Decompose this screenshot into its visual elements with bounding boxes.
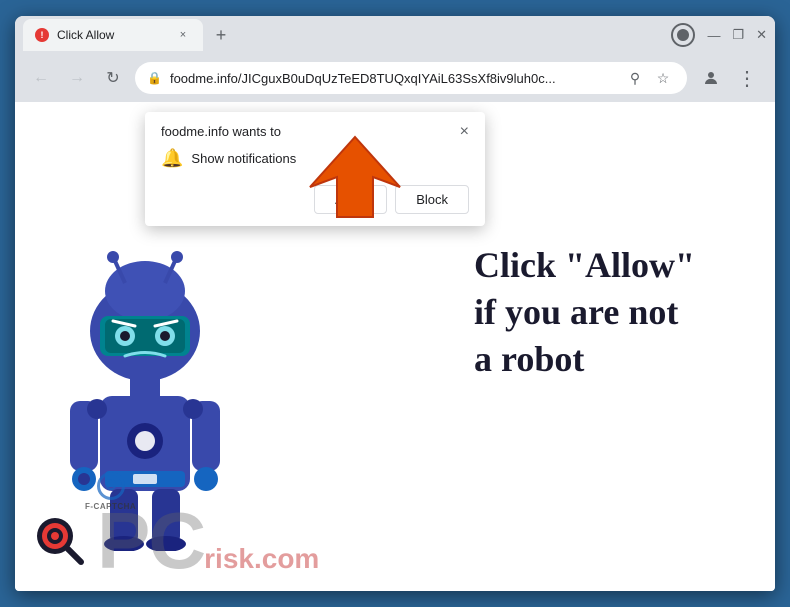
pcrisk-icon <box>35 516 85 566</box>
pcrisk-watermark: PC risk.com <box>15 501 775 581</box>
url-bar[interactable]: 🔒 foodme.info/JICguxB0uDqUzTeED8TUQxqIYA… <box>135 62 687 94</box>
pcrisk-text-group: PC risk.com <box>97 501 319 581</box>
popup-permission-text: Show notifications <box>191 151 296 166</box>
main-text-line3: a robot <box>474 336 695 383</box>
new-tab-button[interactable]: + <box>207 21 235 49</box>
forward-button[interactable]: → <box>63 64 91 92</box>
menu-icon[interactable]: ⋮ <box>731 62 763 94</box>
back-button[interactable]: ← <box>27 64 55 92</box>
window-controls: — ❐ ✕ <box>707 27 767 43</box>
page-content: foodme.info wants to × 🔔 Show notificati… <box>15 102 775 591</box>
url-text: foodme.info/JICguxB0uDqUzTeED8TUQxqIYAiL… <box>170 71 615 86</box>
tab-favicon: ! <box>35 28 49 42</box>
lock-icon: 🔒 <box>147 71 162 85</box>
tab-close-button[interactable]: × <box>175 27 191 43</box>
block-button[interactable]: Block <box>395 185 469 214</box>
main-text: Click "Allow" if you are not a robot <box>474 242 695 382</box>
url-actions: ⚲ ☆ <box>623 66 675 90</box>
bookmark-icon[interactable]: ☆ <box>651 66 675 90</box>
chrome-profile-icon <box>671 23 695 47</box>
close-button[interactable]: ✕ <box>756 27 767 43</box>
popup-close-button[interactable]: × <box>460 124 469 140</box>
browser-tab[interactable]: ! Click Allow × <box>23 19 203 51</box>
tab-title: Click Allow <box>57 28 167 42</box>
arrow-overlay <box>305 132 405 227</box>
popup-site-name: foodme.info wants to <box>161 124 281 139</box>
refresh-button[interactable]: ↻ <box>99 64 127 92</box>
search-icon[interactable]: ⚲ <box>623 66 647 90</box>
main-text-line1: Click "Allow" <box>474 242 695 289</box>
pcrisk-com-text: risk.com <box>204 543 319 575</box>
maximize-button[interactable]: ❐ <box>732 27 744 43</box>
bell-icon: 🔔 <box>161 148 183 169</box>
main-text-line2: if you are not <box>474 289 695 336</box>
account-icon[interactable] <box>695 62 727 94</box>
title-bar: ! Click Allow × + — ❐ ✕ <box>15 16 775 54</box>
pcrisk-pc-text: PC <box>97 501 204 581</box>
browser-window: ! Click Allow × + — ❐ ✕ ← → ↻ 🔒 foodme.i… <box>15 16 775 591</box>
address-bar: ← → ↻ 🔒 foodme.info/JICguxB0uDqUzTeED8TU… <box>15 54 775 102</box>
minimize-button[interactable]: — <box>707 28 720 43</box>
browser-actions: ⋮ <box>695 62 763 94</box>
